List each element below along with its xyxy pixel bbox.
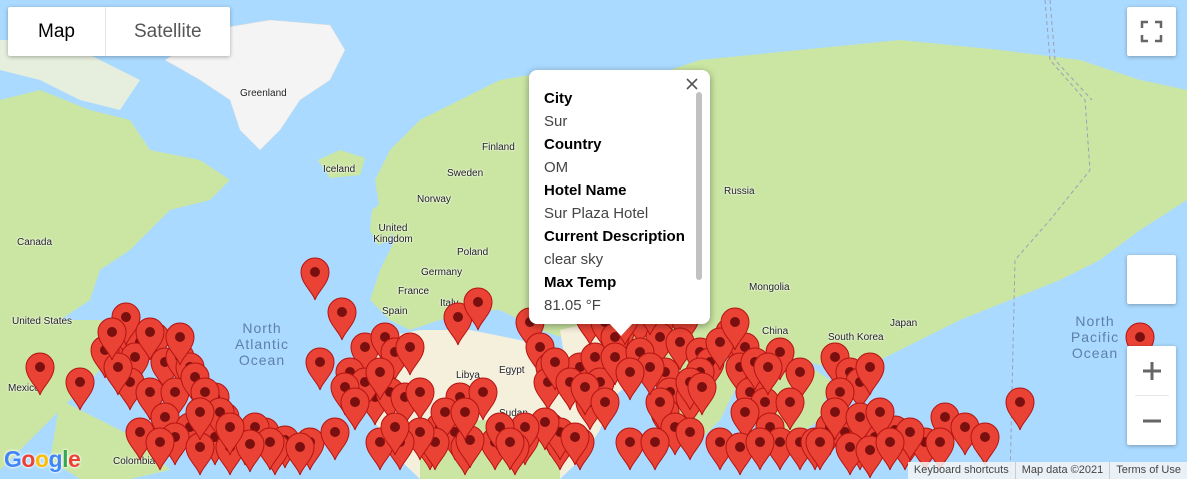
close-icon — [686, 78, 698, 90]
location-marker[interactable] — [300, 257, 330, 301]
field-value-current-description: clear sky — [544, 251, 604, 268]
terms-of-use-link[interactable]: Terms of Use — [1110, 462, 1187, 479]
location-marker[interactable] — [25, 352, 55, 396]
field-value-city: Sur — [544, 113, 568, 130]
zoom-in-button[interactable] — [1127, 346, 1176, 395]
location-marker[interactable] — [305, 347, 335, 391]
map-type-control: Map Satellite — [8, 7, 230, 56]
zoom-out-button[interactable] — [1127, 396, 1176, 445]
field-label-hotel-name: Hotel Name — [544, 182, 627, 199]
info-window-scrollbar[interactable] — [696, 92, 702, 280]
field-value-country: OM — [544, 159, 569, 176]
field-label-country: Country — [544, 136, 602, 153]
location-marker[interactable] — [675, 417, 705, 461]
fullscreen-icon — [1140, 20, 1163, 43]
street-view-pegman-button[interactable] — [1127, 255, 1176, 304]
google-logo[interactable]: Google — [4, 446, 81, 473]
location-marker[interactable] — [745, 427, 775, 471]
zoom-control — [1127, 346, 1176, 445]
location-marker[interactable] — [327, 297, 357, 341]
minus-icon — [1142, 419, 1161, 422]
info-window-content: City Sur Country OM Hotel Name Sur Plaza… — [544, 87, 710, 317]
location-marker[interactable] — [590, 387, 620, 431]
field-label-max-temp: Max Temp — [544, 274, 617, 291]
plus-icon — [1142, 361, 1161, 380]
info-window: City Sur Country OM Hotel Name Sur Plaza… — [529, 70, 710, 336]
map-data-attribution: Map data ©2021 — [1015, 462, 1110, 479]
fullscreen-button[interactable] — [1127, 7, 1176, 56]
location-marker[interactable] — [875, 427, 905, 471]
location-marker[interactable] — [1005, 387, 1035, 431]
location-marker[interactable] — [805, 427, 835, 471]
location-marker[interactable] — [320, 417, 350, 461]
location-marker[interactable] — [615, 427, 645, 471]
field-value-hotel-name: Sur Plaza Hotel — [544, 205, 649, 222]
info-window-pointer — [609, 323, 633, 336]
map-type-satellite-button[interactable]: Satellite — [106, 7, 230, 56]
location-marker[interactable] — [640, 427, 670, 471]
map-footer: Keyboard shortcuts Map data ©2021 Terms … — [907, 462, 1187, 479]
location-marker[interactable] — [145, 427, 175, 471]
location-marker[interactable] — [615, 357, 645, 401]
location-marker[interactable] — [65, 367, 95, 411]
map-type-map-button[interactable]: Map — [8, 7, 106, 56]
field-value-max-temp: 81.05 °F — [544, 297, 601, 314]
location-marker[interactable] — [970, 422, 1000, 466]
field-label-current-description: Current Description — [544, 228, 685, 245]
keyboard-shortcuts-link[interactable]: Keyboard shortcuts — [907, 462, 1015, 479]
